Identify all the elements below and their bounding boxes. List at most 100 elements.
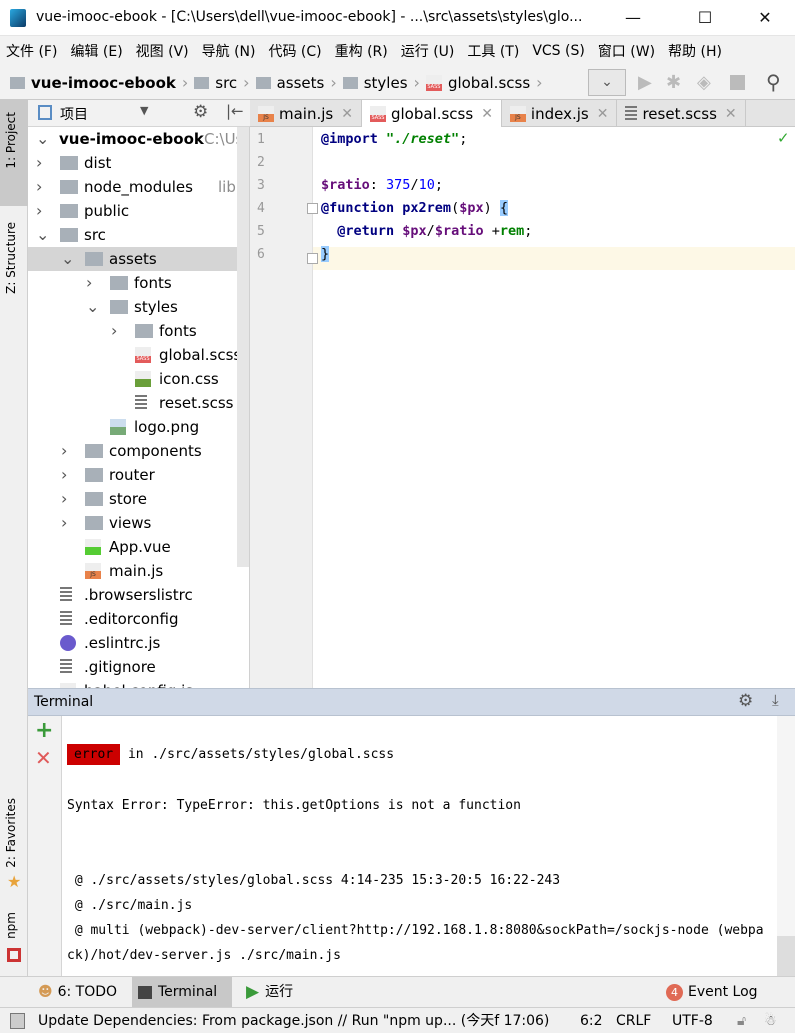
hide-icon[interactable]: ⤓ [772, 691, 779, 709]
gear-icon[interactable]: ⚙ [738, 691, 753, 711]
close-tab-icon[interactable]: ✕ [597, 106, 609, 122]
menu-item[interactable]: 运行 (U) [401, 41, 455, 61]
maximize-button[interactable]: ☐ [682, 4, 728, 32]
cursor-position[interactable]: 6:2 [580, 1008, 603, 1034]
tree-item[interactable]: reset.scss [28, 391, 249, 415]
tree-item[interactable]: ⌄ styles [28, 295, 249, 319]
tree-item[interactable]: icon.css [28, 367, 249, 391]
chevron-down-icon[interactable]: ⌄ [86, 295, 99, 319]
chevron-down-icon[interactable]: ⌄ [36, 223, 49, 247]
tree-scrollbar[interactable] [237, 127, 249, 567]
tree-item[interactable]: main.js [28, 559, 249, 583]
close-tab-icon[interactable]: ✕ [481, 106, 493, 122]
inspector-icon[interactable]: ☃ [764, 1008, 777, 1034]
tab-todo[interactable]: ☻ 6: TODO [32, 977, 123, 1007]
tree-item[interactable]: ⌄ src [28, 223, 249, 247]
menu-item[interactable]: 导航 (N) [202, 41, 256, 61]
close-button[interactable]: ✕ [742, 4, 788, 32]
menu-item[interactable]: 文件 (F) [6, 41, 57, 61]
chevron-down-icon[interactable]: ⌄ [36, 127, 49, 151]
breadcrumb-item[interactable]: assets › [255, 73, 337, 92]
debug-icon[interactable]: ✱ [666, 72, 681, 93]
tool-tab-structure[interactable]: Z: Structure [4, 222, 18, 294]
tool-tab-project[interactable]: 1: Project [4, 112, 18, 169]
tree-item[interactable]: › fonts [28, 271, 249, 295]
chevron-right-icon[interactable]: › [61, 511, 67, 535]
chevron-right-icon[interactable]: › [61, 487, 67, 511]
tree-item[interactable]: babel.config.js [28, 679, 249, 688]
tree-item[interactable]: › store [28, 487, 249, 511]
fold-marker-icon[interactable] [307, 253, 318, 264]
chevron-right-icon[interactable]: › [111, 319, 117, 343]
tree-item[interactable]: .eslintrc.js [28, 631, 249, 655]
line-separator[interactable]: CRLF [616, 1008, 651, 1034]
stop-icon[interactable] [730, 75, 745, 90]
editor-tab[interactable]: global.scss ✕ [361, 100, 502, 127]
tree-item[interactable]: ⌄ assets [28, 247, 249, 271]
tree-item[interactable]: .browserslistrc [28, 583, 249, 607]
tree-item[interactable]: ⌄vue-imooc-ebookC:\Users [28, 127, 249, 151]
tree-item[interactable]: › components [28, 439, 249, 463]
fold-marker-icon[interactable] [307, 203, 318, 214]
tree-item[interactable]: › fonts [28, 319, 249, 343]
terminal-scrollbar[interactable] [777, 716, 795, 976]
encoding[interactable]: UTF-8 [672, 1008, 713, 1034]
project-panel-title[interactable]: 项目 [60, 104, 88, 124]
breadcrumb-item[interactable]: global.scss › [425, 73, 543, 92]
breadcrumb-item[interactable]: src › [194, 73, 250, 92]
chevron-right-icon[interactable]: › [36, 199, 42, 223]
lock-icon[interactable]: 🔓︎ [737, 1008, 746, 1034]
menu-item[interactable]: 窗口 (W) [598, 41, 655, 61]
chevron-down-icon[interactable]: ⌄ [61, 247, 74, 271]
chevron-right-icon[interactable]: › [86, 271, 92, 295]
tree-item[interactable]: global.scss [28, 343, 249, 367]
menu-item[interactable]: 编辑 (E) [70, 41, 122, 61]
view-dropdown-icon[interactable]: ▼ [140, 104, 148, 117]
menu-item[interactable]: 工具 (T) [467, 41, 519, 61]
tree-item[interactable]: › router [28, 463, 249, 487]
run-config-dropdown[interactable]: ⌄ [588, 69, 626, 96]
close-tab-icon[interactable]: ✕ [725, 106, 737, 122]
project-panel-header: 项目 ▼ ⚙ |← [28, 100, 250, 127]
collapse-icon[interactable]: |← [226, 102, 244, 120]
tree-item[interactable]: App.vue [28, 535, 249, 559]
menu-item[interactable]: VCS (S) [532, 43, 585, 59]
editor-tab[interactable]: main.js ✕ [250, 100, 362, 127]
tab-event-log[interactable]: 4 Event Log [660, 977, 764, 1007]
editor-tab[interactable]: reset.scss ✕ [617, 100, 746, 127]
minimize-button[interactable]: — [610, 4, 656, 32]
tree-item[interactable]: › dist [28, 151, 249, 175]
tree-item[interactable]: .gitignore [28, 655, 249, 679]
tree-item[interactable]: .editorconfig [28, 607, 249, 631]
coverage-icon[interactable]: ◈ [697, 72, 711, 93]
chevron-right-icon[interactable]: › [36, 175, 42, 199]
chevron-right-icon[interactable]: › [61, 439, 67, 463]
tab-terminal[interactable]: Terminal [132, 977, 232, 1007]
menu-item[interactable]: 帮助 (H) [668, 41, 722, 61]
status-message[interactable]: Update Dependencies: From package.json /… [38, 1008, 549, 1034]
menu-item[interactable]: 代码 (C) [268, 41, 321, 61]
chevron-right-icon[interactable]: › [36, 151, 42, 175]
breadcrumb-item[interactable]: styles › [342, 73, 420, 92]
tool-tab-npm[interactable]: npm [4, 912, 18, 939]
code-editor[interactable]: 123456 ✓ @import "./reset"; $ratio: 375/1… [250, 127, 795, 688]
search-icon[interactable]: ⚲ [766, 70, 781, 94]
close-tab-icon[interactable]: ✕ [341, 106, 353, 122]
editor-tab[interactable]: index.js ✕ [502, 100, 618, 127]
tree-item[interactable]: ›node_moduleslibrary [28, 175, 249, 199]
gear-icon[interactable]: ⚙ [193, 102, 208, 122]
breadcrumb-item[interactable]: vue-imooc-ebook › [10, 73, 188, 92]
tree-item[interactable]: › views [28, 511, 249, 535]
menu-item[interactable]: 重构 (R) [335, 41, 388, 61]
tree-item[interactable]: › public [28, 199, 249, 223]
tree-item[interactable]: logo.png [28, 415, 249, 439]
tool-windows-icon[interactable] [10, 1013, 25, 1029]
tab-run[interactable]: ▶ 运行 [240, 977, 299, 1007]
terminal-output[interactable]: error in ./src/assets/styles/global.scss… [62, 716, 777, 976]
run-icon[interactable]: ▶ [638, 72, 652, 93]
menu-item[interactable]: 视图 (V) [136, 41, 189, 61]
tool-tab-favorites[interactable]: 2: Favorites [4, 798, 18, 868]
new-session-icon[interactable]: + [35, 718, 53, 743]
close-session-icon[interactable]: ✕ [35, 746, 52, 770]
chevron-right-icon[interactable]: › [61, 463, 67, 487]
